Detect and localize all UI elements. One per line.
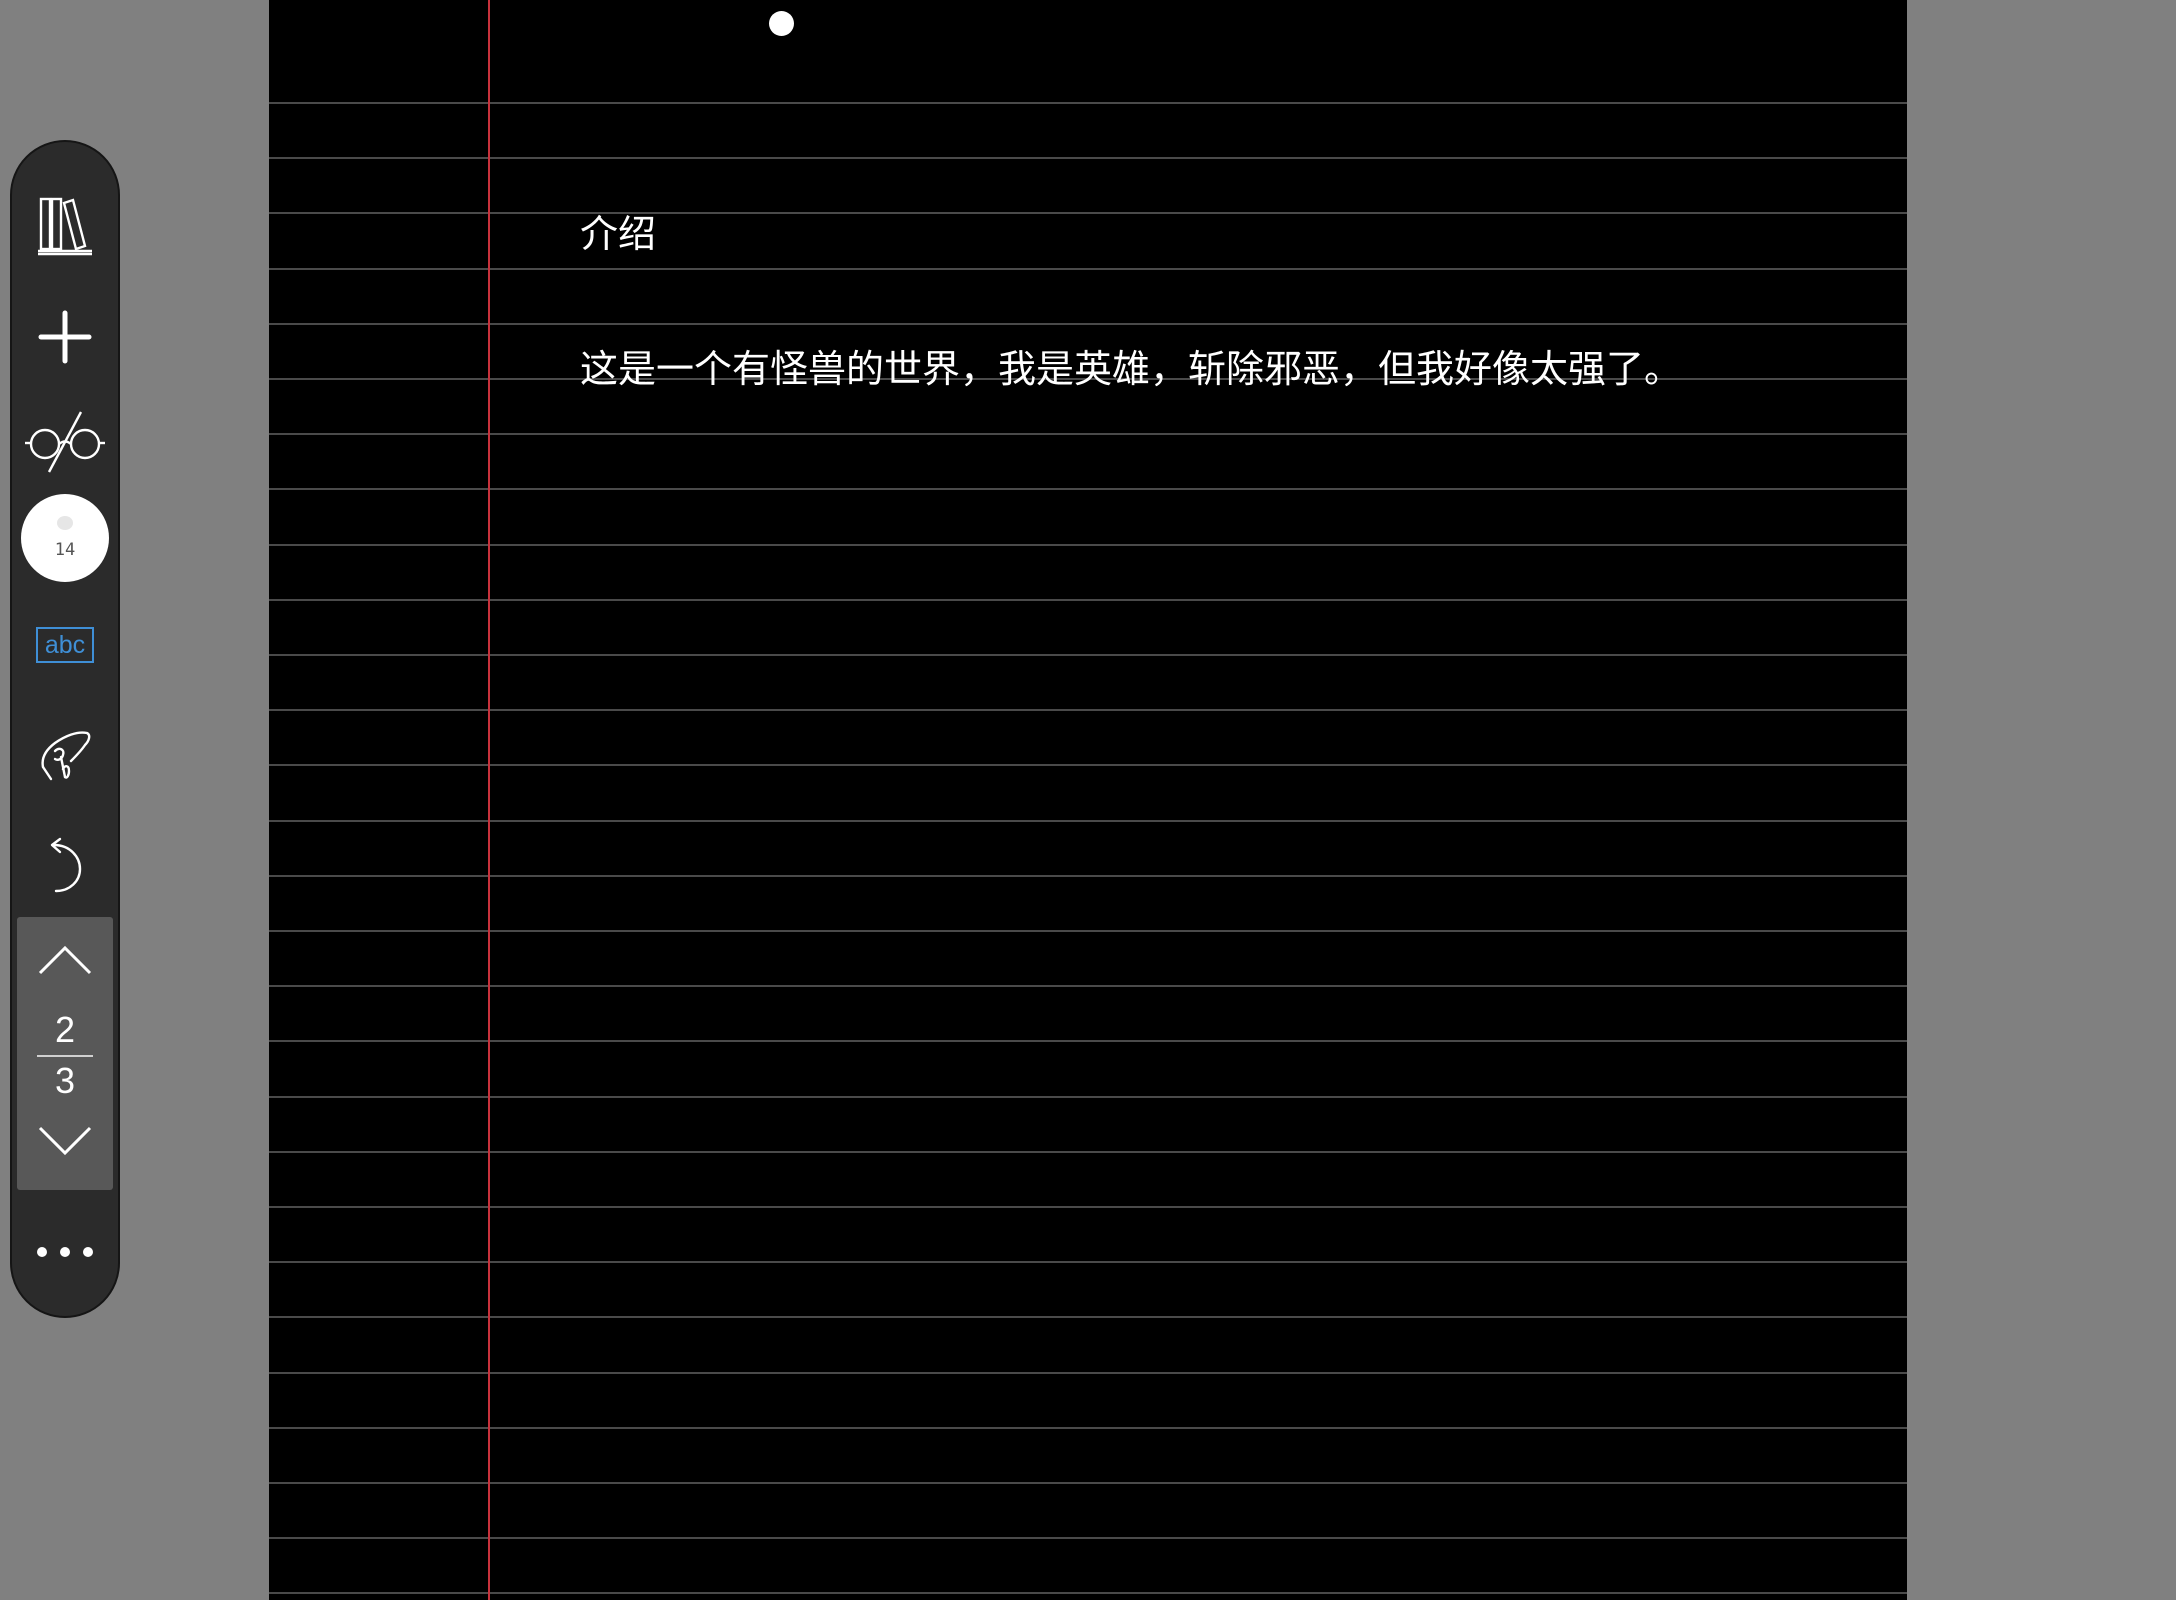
ruled-line bbox=[269, 1261, 1907, 1263]
more-dots-icon[interactable] bbox=[12, 1232, 118, 1272]
ruled-line bbox=[269, 764, 1907, 766]
undo-button[interactable] bbox=[12, 825, 118, 905]
ruled-line bbox=[269, 1592, 1907, 1594]
ruled-line bbox=[269, 1151, 1907, 1153]
ruled-line bbox=[269, 488, 1907, 490]
ruled-line bbox=[269, 654, 1907, 656]
ruled-line bbox=[269, 709, 1907, 711]
text-style-button[interactable]: abc bbox=[36, 627, 94, 663]
size-preview-dot bbox=[57, 516, 73, 530]
ruled-line bbox=[269, 1482, 1907, 1484]
ruled-line bbox=[269, 1427, 1907, 1429]
plus-icon bbox=[38, 310, 92, 364]
page-fraction-divider bbox=[37, 1055, 93, 1057]
library-button[interactable] bbox=[12, 180, 118, 270]
ruled-line bbox=[269, 930, 1907, 932]
ruled-line bbox=[269, 1206, 1907, 1208]
note-body: 这是一个有怪兽的世界，我是英雄，斩除邪恶，但我好像太强了。 bbox=[580, 347, 1683, 391]
current-page-number: 2 bbox=[54, 1009, 76, 1050]
ruled-line bbox=[269, 544, 1907, 546]
note-title: 介绍 bbox=[580, 212, 657, 256]
left-toolbar: 14 abc 2 3 bbox=[10, 140, 120, 1318]
ruled-line bbox=[269, 820, 1907, 822]
ruled-line bbox=[269, 985, 1907, 987]
undo-arrow-icon bbox=[50, 837, 82, 893]
ruled-line bbox=[269, 1040, 1907, 1042]
dot bbox=[37, 1247, 47, 1257]
notebook-page[interactable]: 介绍 这是一个有怪兽的世界，我是英雄，斩除邪恶，但我好像太强了。 bbox=[269, 0, 1907, 1600]
page-margin-line bbox=[488, 0, 490, 1600]
font-size-button[interactable]: 14 bbox=[21, 494, 109, 582]
note-text-area[interactable]: 介绍 这是一个有怪兽的世界，我是英雄，斩除邪恶，但我好像太强了。 bbox=[580, 122, 1682, 482]
ruled-line bbox=[269, 102, 1907, 104]
dot bbox=[60, 1247, 70, 1257]
total-pages-number: 3 bbox=[54, 1060, 76, 1101]
glasses-icon bbox=[25, 411, 105, 473]
scroll-position-indicator[interactable] bbox=[769, 11, 794, 36]
gesture-button[interactable] bbox=[12, 717, 118, 797]
ruled-line bbox=[269, 599, 1907, 601]
chevron-up-icon bbox=[38, 945, 92, 975]
ruled-line bbox=[269, 875, 1907, 877]
font-size-value: 14 bbox=[54, 540, 76, 560]
page-navigator: 2 3 bbox=[17, 917, 113, 1190]
dot bbox=[83, 1247, 93, 1257]
chevron-down-icon bbox=[38, 1126, 92, 1156]
hand-pointer-icon bbox=[41, 731, 91, 781]
next-page-button[interactable] bbox=[17, 1125, 113, 1159]
ruled-line bbox=[269, 1537, 1907, 1539]
library-books-icon bbox=[38, 197, 92, 256]
ruled-line bbox=[269, 1316, 1907, 1318]
ruled-line bbox=[269, 1096, 1907, 1098]
previous-page-button[interactable] bbox=[17, 942, 113, 976]
reading-mode-button[interactable] bbox=[12, 397, 118, 487]
ruled-line bbox=[269, 1372, 1907, 1374]
add-button[interactable] bbox=[12, 292, 118, 382]
